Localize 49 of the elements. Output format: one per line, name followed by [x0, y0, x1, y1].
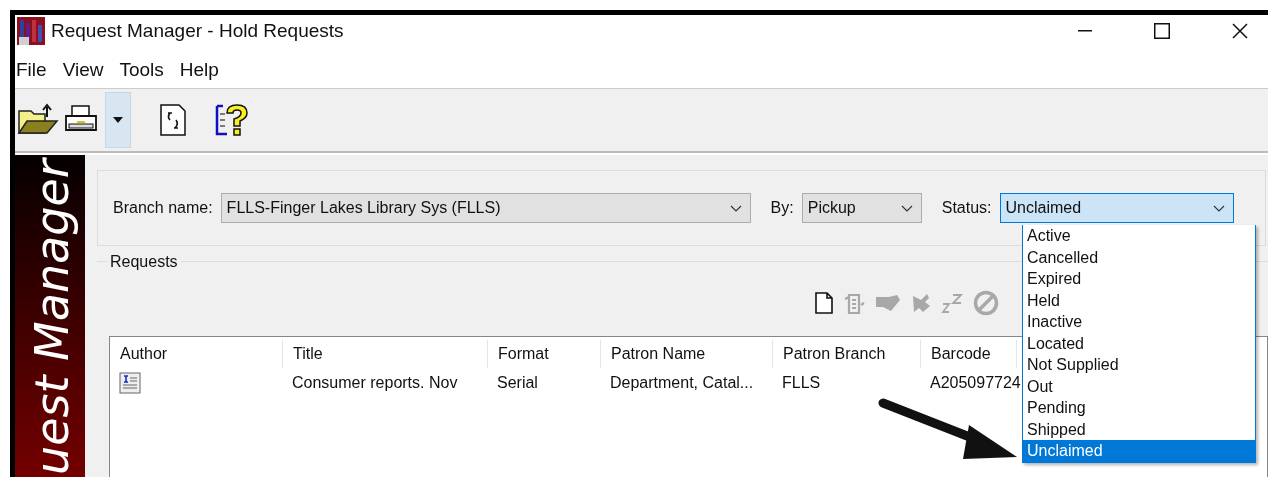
window-title: Request Manager - Hold Requests: [51, 20, 344, 42]
dropdown-option[interactable]: Located: [1023, 332, 1255, 354]
document-icon[interactable]: [815, 292, 833, 314]
maximize-icon[interactable]: [1154, 23, 1170, 39]
refresh-icon[interactable]: [159, 103, 187, 137]
table-cell-text: Serial: [496, 374, 539, 392]
folder-icon[interactable]: [17, 103, 59, 137]
app-icon: [17, 17, 45, 45]
dropdown-option[interactable]: Pending: [1023, 397, 1255, 419]
menu-item[interactable]: View: [61, 59, 105, 81]
table-cell-text: Consumer reports. Nov: [291, 374, 459, 392]
dropdown-option[interactable]: Active: [1023, 225, 1255, 247]
close-icon[interactable]: [1232, 23, 1248, 39]
menu-item[interactable]: Help: [178, 59, 220, 81]
menu-item[interactable]: File: [15, 59, 48, 81]
chevron-icon: [729, 204, 742, 212]
dropdown-field[interactable]: Unclaimed: [999, 193, 1234, 223]
filter-label: Status:: [941, 199, 992, 217]
column-header[interactable]: Patron Branch: [773, 340, 921, 368]
column-header[interactable]: Format: [488, 340, 601, 368]
dropdown-option[interactable]: Inactive: [1023, 311, 1255, 333]
dropdown-option[interactable]: Cancelled: [1023, 246, 1255, 268]
filter-label: By:: [770, 199, 794, 217]
dropdown-option[interactable]: Shipped: [1023, 418, 1255, 440]
filter-label: Branch name:: [113, 199, 213, 217]
caret-icon: [113, 117, 123, 123]
dropdown-option[interactable]: Not Supplied: [1023, 354, 1255, 376]
column-header[interactable]: Patron Name: [601, 340, 773, 368]
table-cell-text: FLLS: [781, 374, 822, 392]
help-icon[interactable]: [215, 102, 251, 138]
menu-item[interactable]: Tools: [118, 59, 165, 81]
table-cell-text: A205097724: [929, 374, 1021, 392]
chevron-icon: [1212, 204, 1225, 212]
banner-title: uest Manager: [25, 159, 79, 475]
table-cell-text: Department, Catal...: [609, 374, 755, 392]
chevron-icon: [900, 204, 913, 212]
group-title: Requests: [107, 253, 181, 271]
dropdown-field[interactable]: Pickup: [801, 193, 922, 223]
record-icon: [119, 372, 141, 394]
column-header[interactable]: Title: [283, 340, 488, 368]
dropdown-field[interactable]: FLLS-Finger Lakes Library Sys (FLLS): [220, 193, 751, 223]
column-header[interactable]: Barcode: [921, 340, 1017, 368]
dropdown-option[interactable]: Held: [1023, 289, 1255, 311]
dropdown-option[interactable]: Out: [1023, 375, 1255, 397]
dropdown-option[interactable]: Unclaimed: [1023, 440, 1255, 462]
column-header[interactable]: Author: [110, 340, 283, 368]
print-options-button[interactable]: [105, 92, 131, 148]
minimize-icon[interactable]: [1078, 30, 1092, 32]
dropdown-option[interactable]: Expired: [1023, 268, 1255, 290]
